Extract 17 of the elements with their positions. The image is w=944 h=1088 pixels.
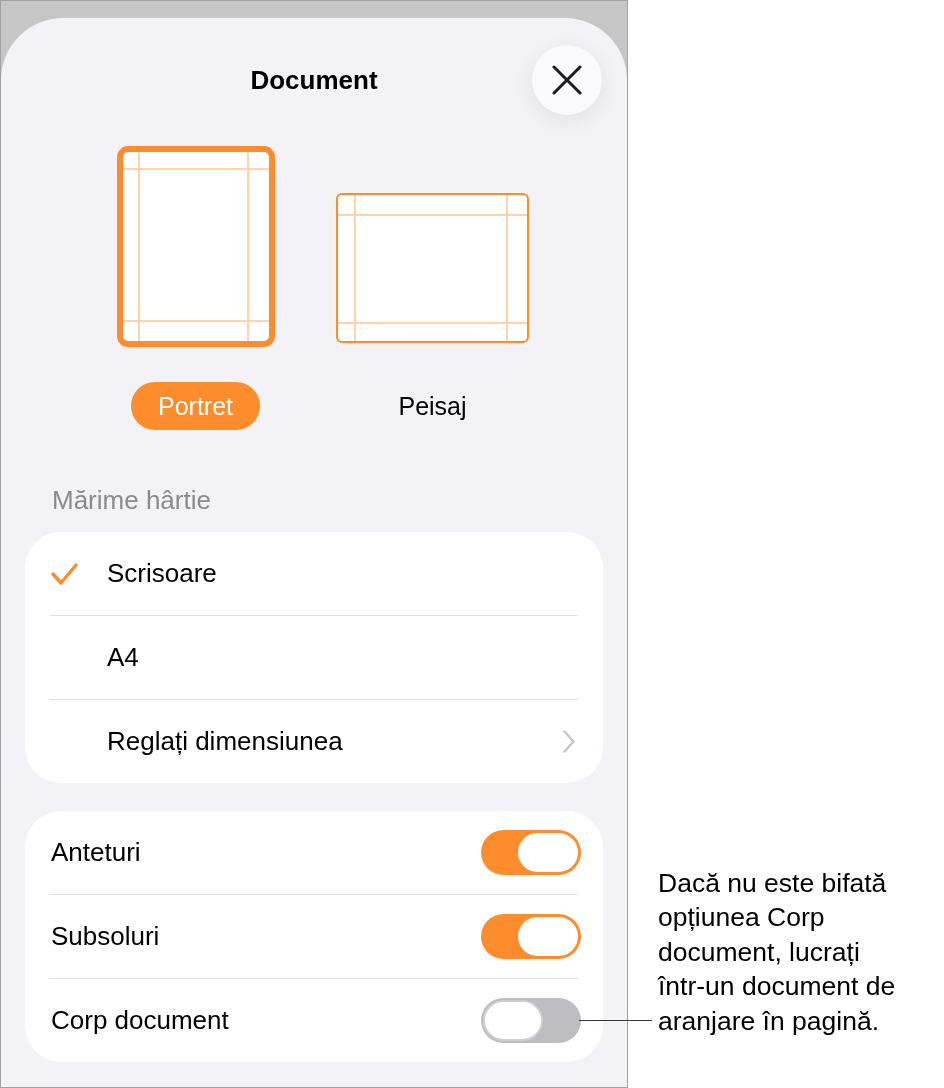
paper-size-option[interactable]: Scrisoare — [25, 532, 603, 615]
toggle-switch[interactable] — [481, 914, 581, 959]
section-heading: Mărime hârtie — [52, 486, 212, 514]
toggle-label: Corp document — [51, 1005, 229, 1036]
toggle-switch[interactable] — [481, 830, 581, 875]
close-icon — [552, 65, 582, 95]
callout-text: Dacă nu este bifată opțiunea Corp document, lucrați într-un document de aranjare în pagină. — [658, 866, 897, 1038]
orientation-button[interactable]: Peisaj — [371, 382, 494, 430]
landscape-page-thumbnail[interactable] — [336, 193, 529, 343]
toggle-switch[interactable] — [481, 998, 581, 1043]
chevron-icon — [563, 730, 575, 753]
toggle-label: Anteturi — [51, 837, 141, 868]
portrait-page-thumbnail[interactable] — [116, 146, 275, 347]
paper-size-option[interactable]: A4 — [25, 616, 603, 699]
sheet-title: Document — [250, 64, 378, 96]
paper-size-option[interactable]: Reglați dimensiunea — [25, 700, 603, 783]
toggle-label: Subsoluri — [51, 921, 160, 952]
